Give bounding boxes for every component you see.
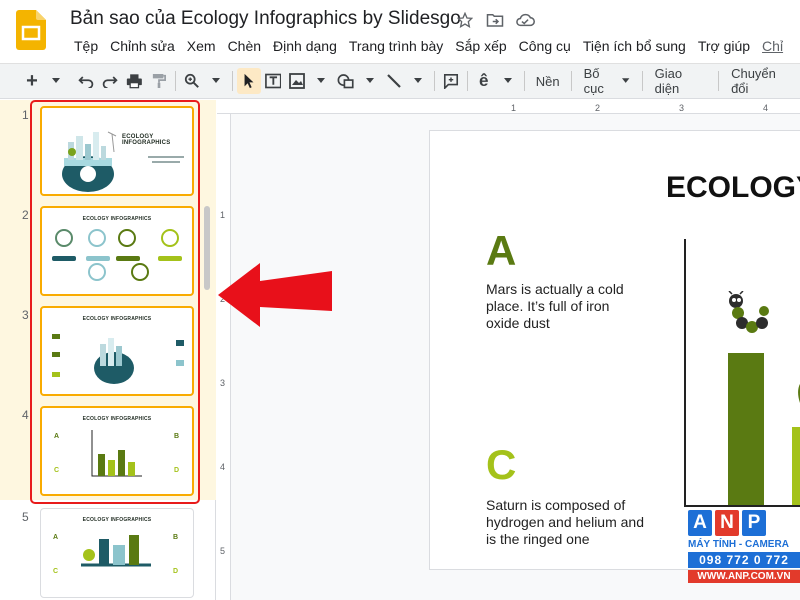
header: Bản sao của Ecology Infographics by Slid…	[0, 0, 800, 62]
menu-slide[interactable]: Trang trình bày	[343, 37, 449, 55]
menu-arrange[interactable]: Sắp xếp	[449, 37, 512, 55]
comment-icon[interactable]	[439, 68, 463, 94]
slide-number: 5	[22, 510, 29, 524]
slide-row-5[interactable]: 5 ECOLOGY INFOGRAPHICS A C B D	[0, 500, 216, 600]
horizontal-ruler: 1 2 3 4	[217, 100, 800, 114]
leaf-icon	[798, 383, 800, 403]
watermark-tagline: MÁY TÍNH - CAMERA	[688, 539, 789, 550]
watermark-url: WWW.ANP.COM.VN	[688, 570, 800, 583]
item-letter-c[interactable]: C	[486, 441, 516, 489]
svg-text:D: D	[173, 568, 178, 575]
ruler-label: 1	[511, 103, 517, 113]
ruler-label: 1	[220, 210, 226, 220]
toolbar-divider	[174, 71, 176, 91]
star-icon[interactable]	[455, 10, 475, 30]
slide-number: 1	[22, 108, 29, 122]
toolbar-divider	[570, 71, 572, 91]
caterpillar-icon	[728, 291, 769, 333]
redo-icon[interactable]	[98, 68, 122, 94]
watermark-phone: 098 772 0 772	[688, 552, 800, 568]
slide-number: 2	[22, 208, 29, 222]
document-title[interactable]: Bản sao của Ecology Infographics by Slid…	[70, 8, 461, 30]
watermark-letter: N	[715, 510, 739, 536]
svg-text:A: A	[53, 534, 58, 541]
menu-help[interactable]: Trợ giúp	[692, 37, 756, 55]
anp-watermark: A N P MÁY TÍNH - CAMERA 098 772 0 772 WW…	[688, 510, 800, 596]
city-infographic-illustration: A C B D	[53, 534, 178, 575]
google-slides-window: Bản sao của Ecology Infographics by Slid…	[0, 0, 800, 600]
item-letter-a[interactable]: A	[486, 227, 516, 275]
menu-tools[interactable]: Công cụ	[513, 37, 577, 55]
menu-bar: Tệp Chỉnh sửa Xem Chèn Định dạng Trang t…	[68, 37, 789, 55]
chart-x-axis	[684, 505, 800, 507]
input-tools-dropdown-icon[interactable]	[496, 68, 520, 94]
text-box-icon[interactable]	[261, 68, 286, 94]
new-slide-dropdown-icon[interactable]	[44, 68, 68, 94]
transition-button[interactable]: Chuyển đổi	[723, 66, 800, 96]
shape-dropdown-icon[interactable]	[358, 68, 382, 94]
slide-title[interactable]: ECOLOGY	[666, 171, 800, 205]
menu-edit[interactable]: Chỉnh sửa	[104, 37, 181, 55]
insert-image-icon[interactable]	[285, 68, 309, 94]
new-slide-button[interactable]: +	[20, 68, 44, 94]
menu-last-edit[interactable]: Chỉ	[756, 37, 789, 55]
watermark-letter: A	[688, 510, 712, 536]
layout-button[interactable]: Bố cục	[576, 66, 638, 96]
input-tools-icon[interactable]: ê	[472, 68, 496, 94]
ruler-label: 4	[763, 103, 769, 113]
move-to-folder-icon[interactable]	[485, 10, 505, 30]
current-slide[interactable]: ECOLOGY A Mars is actually a cold place.…	[429, 130, 800, 570]
background-button[interactable]: Nền	[529, 68, 567, 94]
image-dropdown-icon[interactable]	[309, 68, 333, 94]
svg-text:B: B	[173, 534, 178, 541]
paint-format-icon[interactable]	[147, 68, 171, 94]
svg-text:C: C	[53, 568, 58, 575]
select-cursor-icon[interactable]	[236, 68, 261, 94]
slide-number: 3	[22, 308, 29, 322]
slide-thumbnail-5[interactable]: ECOLOGY INFOGRAPHICS A C B D	[40, 508, 194, 598]
toolbar-divider	[523, 71, 525, 91]
ruler-label: 3	[220, 378, 226, 388]
menu-file[interactable]: Tệp	[68, 37, 104, 55]
menu-insert[interactable]: Chèn	[222, 37, 267, 55]
layout-button-label: Bố cục	[583, 66, 604, 96]
chart-y-axis	[684, 239, 686, 505]
chevron-down-icon	[622, 78, 630, 83]
line-dropdown-icon[interactable]	[406, 68, 430, 94]
menu-addons[interactable]: Tiện ích bổ sung	[577, 37, 692, 55]
ruler-label: 3	[679, 103, 685, 113]
menu-format[interactable]: Định dạng	[267, 37, 343, 55]
chart-bar-1[interactable]	[728, 353, 764, 505]
ruler-label: 4	[220, 462, 226, 472]
item-text-a[interactable]: Mars is actually a cold place. It’s full…	[486, 281, 646, 332]
undo-icon[interactable]	[74, 68, 98, 94]
chart-bar-2[interactable]	[792, 427, 800, 505]
watermark-letter: P	[742, 510, 766, 536]
zoom-dropdown-icon[interactable]	[204, 68, 228, 94]
zoom-icon[interactable]	[180, 68, 204, 94]
line-icon[interactable]	[382, 68, 406, 94]
filmstrip-scrollbar[interactable]	[204, 206, 210, 290]
print-icon[interactable]	[122, 68, 147, 94]
vertical-ruler: 1 2 3 4 5	[217, 114, 231, 600]
menu-view[interactable]: Xem	[181, 37, 222, 55]
shape-icon[interactable]	[333, 68, 358, 94]
theme-button[interactable]: Giao diện	[647, 66, 715, 96]
toolbar-divider	[718, 71, 720, 91]
toolbar-divider	[231, 71, 233, 91]
toolbar-divider	[641, 71, 643, 91]
ruler-label: 2	[595, 103, 601, 113]
toolbar-divider	[466, 71, 468, 91]
item-text-c[interactable]: Saturn is composed of hydrogen and heliu…	[486, 497, 646, 548]
selected-slides-highlight	[30, 100, 200, 504]
ruler-label: 5	[220, 546, 226, 556]
red-arrow-annotation	[218, 263, 332, 327]
slide-number: 4	[22, 408, 29, 422]
toolbar: + ê Nền Bố cục Giao diện Chuyển đổi	[0, 63, 800, 99]
thumb-title: ECOLOGY INFOGRAPHICS	[82, 517, 152, 523]
google-slides-logo-icon[interactable]	[16, 10, 46, 50]
toolbar-divider	[433, 71, 435, 91]
cloud-saved-icon[interactable]	[515, 10, 535, 30]
